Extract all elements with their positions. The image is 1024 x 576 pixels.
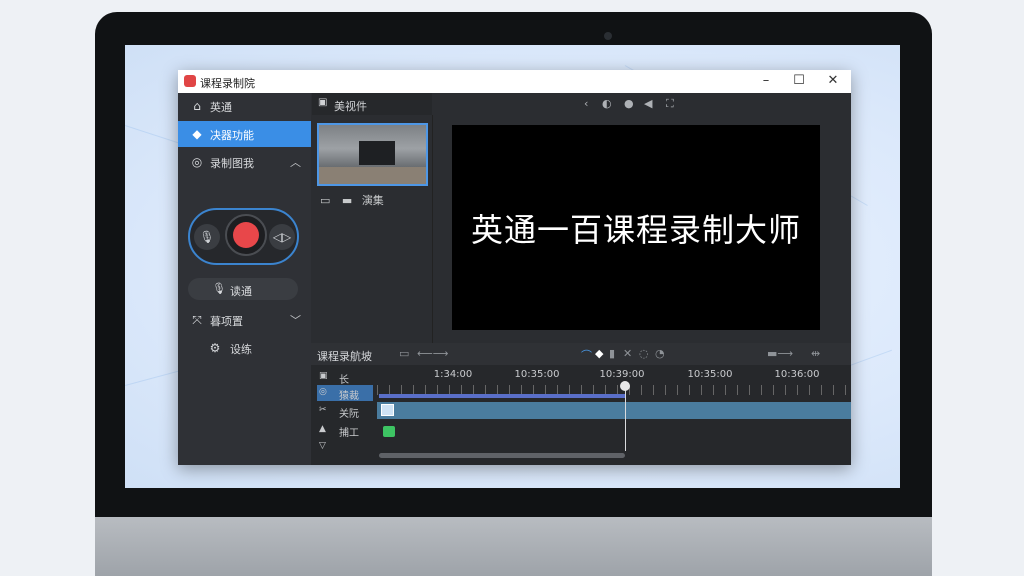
zoom-slider-icon[interactable]: ▬⟶ <box>767 347 793 360</box>
voice-label: 读通 <box>230 285 252 298</box>
track-label-text: 长 <box>339 375 349 386</box>
delete-icon[interactable]: ▮ <box>609 347 615 360</box>
media-item-label: 演集 <box>361 194 384 207</box>
record-control-group: 🎙 ◁▷ <box>188 208 299 265</box>
film-icon: ▣ <box>319 371 328 381</box>
sidebar-item-settings[interactable]: ⚙ 设练 <box>178 335 311 361</box>
undo-redo-icon[interactable]: ⟵⟶ <box>417 347 449 360</box>
title-bar[interactable]: 课程录制院 – ☐ ✕ <box>178 70 851 93</box>
microphone-toggle[interactable]: 🎙 <box>194 224 220 250</box>
playback-progress <box>379 394 625 398</box>
pen-icon[interactable]: ⌒ <box>581 347 592 363</box>
diamond-icon[interactable]: ◆ <box>595 347 603 360</box>
record-button[interactable] <box>225 214 267 256</box>
media-tab[interactable]: ▣ 美视件 <box>312 93 432 115</box>
sidebar-item-home[interactable]: ⌂ 英通 <box>178 93 311 119</box>
media-item-row[interactable]: ▭ ▬ 演集 <box>320 192 384 208</box>
time-label: 10:36:00 <box>774 369 820 380</box>
playhead-handle[interactable] <box>620 381 630 391</box>
shield-icon: ▽ <box>319 441 326 451</box>
target-icon: ◎ <box>319 387 327 397</box>
track-label[interactable]: ▲ 捕工 <box>317 422 373 439</box>
comment-icon: ▭ <box>320 194 331 207</box>
monitor-chin <box>95 517 932 576</box>
crop-icon: ⤧ <box>192 313 202 327</box>
microphone-icon[interactable]: ◌ <box>639 347 649 360</box>
home-icon: ⌂ <box>193 99 201 113</box>
preview-toolbar: ‹ ◐ ● ◀ ⛶ <box>432 93 851 115</box>
sidebar-item-recording[interactable]: ◎ 录制图我 ︿ <box>178 149 311 175</box>
settings-icon: ⚙ <box>209 341 221 355</box>
microphone-icon: 🎙 <box>199 230 215 244</box>
thumbnail-floor <box>319 167 426 184</box>
camera-flip-button[interactable]: ◁▷ <box>269 224 295 250</box>
webcam <box>604 32 612 40</box>
media-tab-label: 美视件 <box>334 100 367 113</box>
folder-icon: ▬ <box>341 194 353 207</box>
chevron-down-icon: ﹀ <box>290 314 301 327</box>
app-logo-icon <box>184 75 196 87</box>
camera-icon[interactable]: ◐ <box>602 97 612 110</box>
app-window: 课程录制院 – ☐ ✕ ⌂ 英通 ◆ 决器功能 ◎ 录制图我 ︿ 🎙 ◁▷ 🎙 … <box>178 70 851 465</box>
media-thumbnail[interactable] <box>317 123 428 186</box>
track-label-text: 关阮 <box>339 409 359 420</box>
time-label: 10:35:00 <box>687 369 733 380</box>
timeline-title: 课程录航坡 <box>317 350 372 363</box>
timeline-scrollbar[interactable] <box>379 453 625 458</box>
chevron-up-icon: ︿ <box>290 156 301 169</box>
track-labels: ▣ 长 ◎ 猿裁 ✂ 关阮 ▲ 捕工 ▽ <box>311 365 373 465</box>
microphone-icon[interactable]: ● <box>624 97 634 110</box>
sidebar-item-label: 决器功能 <box>210 129 254 142</box>
flip-icon: ◁▷ <box>272 230 292 244</box>
window-title: 课程录制院 <box>200 77 255 90</box>
cut-icon[interactable]: ✕ <box>623 347 632 360</box>
voice-button[interactable]: 🎙 读通 <box>188 278 298 300</box>
palette-icon: ◎ <box>191 155 203 169</box>
time-label: 1:34:00 <box>433 369 473 380</box>
time-label: 10:39:00 <box>599 369 645 380</box>
track-label-text: 猿裁 <box>339 391 359 402</box>
fit-icon[interactable]: ⇹ <box>811 347 820 360</box>
image-icon <box>381 404 394 416</box>
bell-icon: ▲ <box>319 424 326 434</box>
trash-icon[interactable]: ▭ <box>399 347 409 360</box>
minimize-button[interactable]: – <box>753 72 779 90</box>
track-label[interactable]: ▽ <box>317 439 373 455</box>
sidebar: ⌂ 英通 ◆ 决器功能 ◎ 录制图我 ︿ 🎙 ◁▷ 🎙 读通 ⤧ 暮项置 ﹀ ⚙… <box>178 93 311 465</box>
media-panel: ▣ 美视件 ▭ ▬ 演集 <box>312 93 433 343</box>
sidebar-item-label: 设练 <box>230 343 252 356</box>
record-icon <box>233 222 259 248</box>
timeline-panel: 课程录航坡 ▭ ⟵⟶ ⌒ ◆ ▮ ✕ ◌ ◔ ▬⟶ ⇹ ▣ 长 ◎ 猿裁 ✂ 关… <box>311 343 851 465</box>
audio-clip[interactable] <box>383 426 395 437</box>
thumbnail-screen <box>359 141 395 165</box>
sidebar-item-label: 暮项置 <box>210 315 243 328</box>
sidebar-item-label: 录制图我 <box>210 157 254 170</box>
preview-title: 英通一百课程录制大师 <box>470 210 801 249</box>
scissors-icon: ✂ <box>319 405 327 415</box>
timer-icon[interactable]: ◔ <box>655 347 665 360</box>
track-label-text: 捕工 <box>339 428 359 439</box>
image-icon: ▣ <box>318 97 328 108</box>
track-label[interactable]: ▣ 长 <box>317 369 373 386</box>
track-label-selected[interactable]: ◎ 猿裁 <box>317 385 373 402</box>
track-label[interactable]: ✂ 关阮 <box>317 403 373 420</box>
sidebar-item-label: 英通 <box>210 101 232 114</box>
speaker-icon[interactable]: ◀ <box>644 97 652 110</box>
maximize-button[interactable]: ☐ <box>786 72 812 90</box>
fullscreen-icon[interactable]: ⛶ <box>666 97 674 111</box>
microphone-icon: 🎙 <box>212 282 226 295</box>
video-clip[interactable] <box>377 402 851 419</box>
close-button[interactable]: ✕ <box>820 72 846 90</box>
timeline-header: 课程录航坡 ▭ ⟵⟶ ⌒ ◆ ▮ ✕ ◌ ◔ ▬⟶ ⇹ <box>311 343 851 365</box>
puzzle-icon: ◆ <box>192 127 202 141</box>
sidebar-item-crop[interactable]: ⤧ 暮项置 ﹀ <box>178 307 311 333</box>
playhead[interactable] <box>625 385 626 451</box>
back-icon[interactable]: ‹ <box>584 97 588 110</box>
video-preview: 英通一百课程录制大师 <box>452 125 820 330</box>
time-label: 10:35:00 <box>514 369 560 380</box>
sidebar-item-features[interactable]: ◆ 决器功能 <box>178 121 311 147</box>
